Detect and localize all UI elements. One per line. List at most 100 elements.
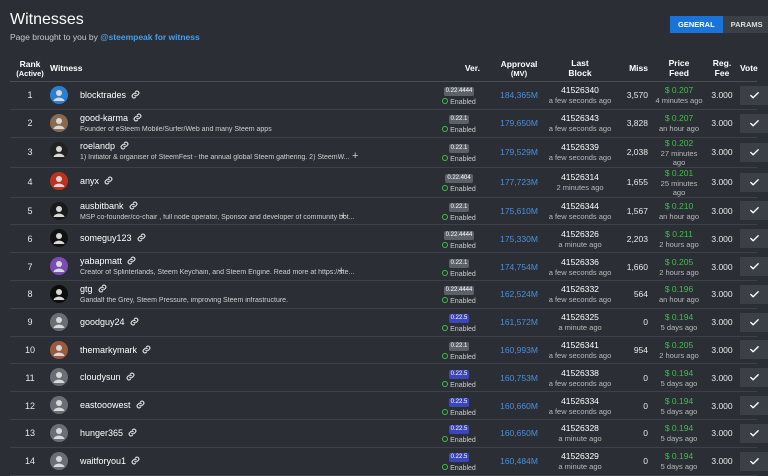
col-witness[interactable]: Witness [50, 55, 428, 82]
link-icon[interactable] [127, 256, 136, 267]
vote-button[interactable] [740, 142, 768, 162]
link-icon[interactable] [98, 284, 107, 295]
link-icon[interactable] [137, 233, 146, 244]
vote-button[interactable] [740, 451, 768, 471]
block-number[interactable]: 41526326 [548, 229, 612, 239]
block-number[interactable]: 41526339 [548, 142, 612, 152]
link-icon[interactable] [131, 456, 140, 467]
vote-button[interactable] [740, 172, 768, 192]
witness-name[interactable]: good-karma [80, 113, 142, 124]
vote-button[interactable] [740, 396, 768, 416]
col-last-block[interactable]: Last Block [548, 55, 612, 82]
avatar[interactable] [50, 396, 68, 415]
witness-name-text[interactable]: goodguy24 [80, 317, 125, 327]
witness-name[interactable]: gtg [80, 284, 107, 295]
link-icon[interactable] [129, 201, 138, 212]
link-icon[interactable] [128, 428, 137, 439]
block-number[interactable]: 41526334 [548, 396, 612, 406]
witness-name-text[interactable]: anyx [80, 176, 99, 186]
price-value: $ 0.207 [664, 85, 694, 96]
witness-name-text[interactable]: themarkymark [80, 345, 137, 355]
witness-name-text[interactable]: cloudysun [80, 372, 121, 382]
col-price-feed[interactable]: Price Feed [654, 55, 704, 82]
link-icon[interactable] [133, 113, 142, 124]
witness-name[interactable]: someguy123 [80, 233, 146, 244]
expand-plus-icon[interactable]: + [352, 150, 358, 162]
block-number[interactable]: 41526344 [548, 201, 612, 211]
witness-name[interactable]: anyx [80, 176, 113, 187]
tab-general[interactable]: GENERAL [670, 16, 723, 33]
status-dot-icon [442, 464, 449, 471]
avatar[interactable] [50, 171, 68, 190]
witness-name[interactable]: themarkymark [80, 345, 151, 356]
avatar[interactable] [50, 201, 68, 220]
witness-name-text[interactable]: good-karma [80, 113, 128, 123]
witness-name-text[interactable]: roelandp [80, 141, 115, 151]
block-number[interactable]: 41526340 [548, 85, 612, 95]
block-number[interactable]: 41526328 [548, 423, 612, 433]
vote-button[interactable] [740, 201, 768, 221]
vote-button[interactable] [740, 423, 768, 443]
avatar[interactable] [50, 86, 68, 104]
witness-name-text[interactable]: someguy123 [80, 233, 132, 243]
avatar[interactable] [50, 229, 68, 248]
block-number[interactable]: 41526343 [548, 113, 612, 123]
avatar[interactable] [50, 141, 68, 160]
block-number[interactable]: 41526336 [548, 257, 612, 267]
witness-name-text[interactable]: hunger365 [80, 428, 123, 438]
expand-plus-icon[interactable]: + [338, 265, 344, 277]
witness-name[interactable]: roelandp [80, 141, 129, 152]
avatar[interactable] [50, 257, 68, 276]
avatar[interactable] [50, 423, 68, 442]
avatar[interactable] [50, 312, 68, 331]
link-icon[interactable] [130, 317, 139, 328]
expand-plus-icon[interactable]: + [340, 210, 346, 222]
link-icon[interactable] [131, 90, 140, 101]
vote-button[interactable] [740, 368, 768, 388]
link-icon[interactable] [120, 141, 129, 152]
vote-button[interactable] [740, 85, 768, 105]
vote-button[interactable] [740, 229, 768, 249]
block-number[interactable]: 41526341 [548, 340, 612, 350]
tab-params[interactable]: PARAMS [722, 16, 768, 33]
witness-name-text[interactable]: yabapmatt [80, 256, 122, 266]
witness-name[interactable]: waitforyou1 [80, 456, 140, 467]
block-number[interactable]: 41526325 [548, 312, 612, 322]
witness-name-text[interactable]: blocktrades [80, 90, 126, 100]
witness-name[interactable]: goodguy24 [80, 317, 139, 328]
vote-button[interactable] [740, 340, 768, 360]
link-icon[interactable] [126, 372, 135, 383]
vote-button[interactable] [740, 113, 768, 133]
witness-name-text[interactable]: waitforyou1 [80, 456, 126, 466]
link-icon[interactable] [142, 345, 151, 356]
avatar[interactable] [50, 340, 68, 359]
avatar[interactable] [50, 284, 68, 303]
witness-name-text[interactable]: ausbitbank [80, 201, 124, 211]
witness-name-text[interactable]: eastooowest [80, 400, 131, 410]
col-approval[interactable]: Approval (MV) [490, 55, 548, 82]
block-number[interactable]: 41526314 [548, 172, 612, 182]
block-number[interactable]: 41526338 [548, 368, 612, 378]
witness-name[interactable]: hunger365 [80, 428, 137, 439]
col-miss[interactable]: Miss [612, 55, 654, 82]
vote-button[interactable] [740, 284, 768, 304]
link-icon[interactable] [136, 400, 145, 411]
witness-name[interactable]: cloudysun [80, 372, 135, 383]
avatar[interactable] [50, 113, 68, 132]
vote-button[interactable] [740, 257, 768, 277]
avatar[interactable] [50, 368, 68, 387]
col-reg-fee[interactable]: Reg. Fee [704, 55, 740, 82]
block-number[interactable]: 41526329 [548, 451, 612, 461]
block-number[interactable]: 41526332 [548, 284, 612, 294]
witness-name[interactable]: eastooowest [80, 400, 145, 411]
witness-name[interactable]: yabapmatt [80, 256, 136, 267]
vote-button[interactable] [740, 312, 768, 332]
steempeak-witness-link[interactable]: @steempeak for witness [100, 32, 199, 42]
witness-name[interactable]: ausbitbank [80, 201, 138, 212]
col-version[interactable]: Ver. [428, 55, 490, 82]
col-rank[interactable]: Rank (Active) [10, 55, 50, 82]
witness-name-text[interactable]: gtg [80, 284, 93, 294]
link-icon[interactable] [104, 176, 113, 187]
avatar[interactable] [50, 451, 68, 470]
witness-name[interactable]: blocktrades [80, 90, 140, 101]
